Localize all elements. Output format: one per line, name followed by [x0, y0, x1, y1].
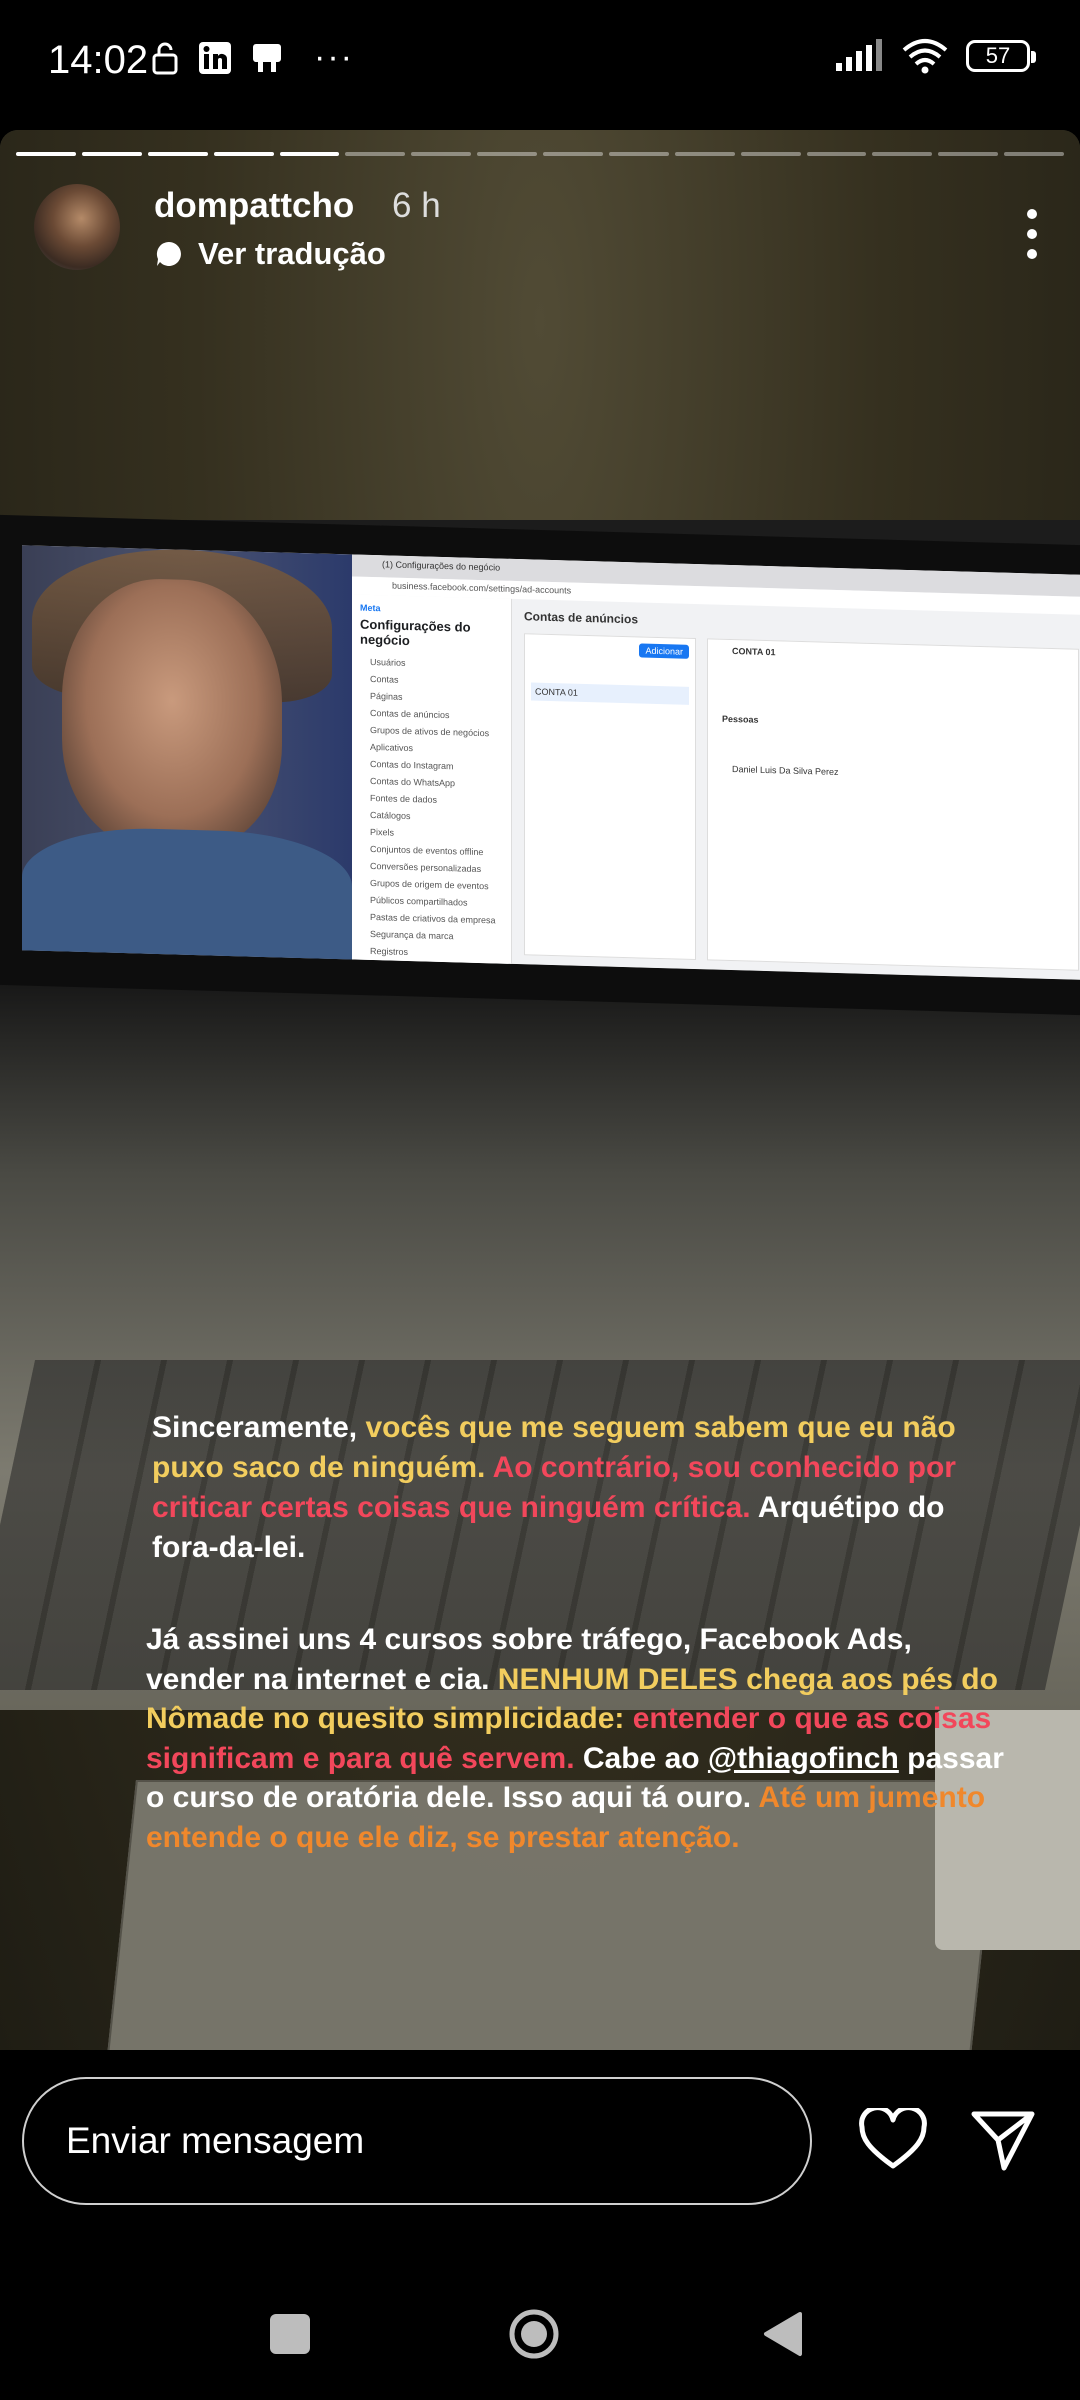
signal-icon: [836, 39, 882, 71]
fb-brand: Meta: [360, 602, 381, 614]
progress-segment: [608, 152, 669, 156]
fb-list-item: CONTA 01: [531, 682, 689, 705]
fb-sidebar-item: Contas do Instagram: [370, 758, 454, 772]
home-icon[interactable]: [508, 2308, 560, 2360]
status-time: 14:02: [48, 38, 149, 82]
mention-link[interactable]: @thiagofinch: [708, 1742, 899, 1775]
fb-account-list: Adicionar CONTA 01: [524, 633, 696, 961]
story-viewer[interactable]: (1) Configurações do negócio business.fa…: [0, 130, 1080, 2050]
fb-sidebar-item: Páginas: [370, 690, 403, 702]
fb-main: Contas de anúncios Adicionar CONTA 01 CO…: [512, 599, 1080, 980]
fb-sidebar-item: Contas de anúncios: [370, 707, 450, 721]
fb-sidebar-item: Contas do WhatsApp: [370, 775, 456, 789]
translate-label: Ver tradução: [198, 236, 386, 271]
status-bar: 14:02 ··· 57: [0, 0, 1080, 120]
progress-segment: [16, 152, 76, 156]
fb-sidebar-item: Conjuntos de eventos offline: [370, 843, 484, 858]
video-face: [62, 576, 282, 853]
fb-sidebar-item: Grupos de ativos de negócios: [370, 724, 490, 739]
progress-segment: [674, 152, 735, 156]
system-nav-bar: [0, 2270, 1080, 2400]
story-progress: [16, 152, 1064, 156]
reply-bar: Enviar mensagem: [0, 2050, 1080, 2270]
fb-sidebar: Meta Configurações do negócio Usuários Co…: [352, 594, 512, 964]
fb-main-title: Contas de anúncios: [524, 609, 639, 627]
fb-sidebar-item: Contas: [370, 673, 399, 685]
translate-button[interactable]: Ver tradução: [154, 236, 386, 272]
story-header: dompattcho 6 h Ver tradução: [34, 184, 1044, 280]
fb-sidebar-item: Catálogos: [370, 809, 411, 822]
linkedin-icon: [199, 41, 231, 74]
fb-people-title: Pessoas: [722, 713, 759, 725]
send-icon[interactable]: [970, 2106, 1036, 2172]
fb-sidebar-item: Segurança da marca: [370, 928, 454, 942]
translate-icon: [156, 241, 181, 266]
fb-sidebar-item: Pixels: [370, 826, 395, 838]
fb-sidebar-item: Aplicativos: [370, 741, 414, 754]
post-time: 6 h: [392, 186, 441, 225]
fb-sidebar-item: Públicos compartilhados: [370, 894, 468, 908]
fb-detail-panel: CONTA 01 Pessoas Daniel Luis Da Silva Pe…: [707, 638, 1079, 971]
progress-segment: [740, 152, 801, 156]
progress-segment: [543, 152, 603, 156]
more-options-icon[interactable]: [1020, 204, 1044, 264]
fb-sidebar-item: Pastas de criativos da empresa: [370, 911, 496, 926]
fb-panel-title: CONTA 01: [732, 646, 776, 658]
fb-add-button: Adicionar: [639, 643, 689, 659]
progress-segment: [213, 152, 274, 156]
fb-sidebar-item: Conversões personalizadas: [370, 860, 482, 875]
message-input[interactable]: Enviar mensagem: [22, 2077, 812, 2205]
wifi-icon: [902, 39, 948, 74]
caption-segment: Cabe ao: [582, 1741, 708, 1775]
more-dots-icon: ···: [314, 38, 354, 76]
fb-sidebar-items: Usuários Contas Páginas Contas de anúncios G…: [360, 657, 503, 960]
recent-apps-icon[interactable]: [270, 2314, 310, 2354]
battery-icon: 57: [966, 40, 1036, 72]
progress-segment: [477, 152, 537, 156]
back-icon[interactable]: [760, 2310, 804, 2358]
username[interactable]: dompattcho: [154, 186, 354, 226]
video-shirt: [22, 825, 352, 965]
laptop-screen: (1) Configurações do negócio business.fa…: [22, 545, 1080, 980]
progress-segment: [938, 152, 999, 156]
message-placeholder: Enviar mensagem: [66, 2120, 365, 2161]
fb-sidebar-item: Registros: [370, 945, 409, 958]
progress-segment: [345, 152, 406, 156]
status-icons-right: 57: [834, 38, 1036, 74]
avatar[interactable]: [34, 184, 120, 270]
status-icons-left: ···: [150, 38, 354, 77]
fb-sidebar-item: Grupos de origem de eventos: [370, 877, 489, 892]
caption-segment: Sinceramente,: [152, 1411, 366, 1444]
lock-icon: [152, 42, 178, 74]
progress-segment: [147, 152, 208, 156]
notification-icon: [253, 43, 281, 72]
story-caption-paragraph-1: Sinceramente, vocês que me seguem sabem …: [152, 1408, 972, 1568]
progress-segment: [806, 152, 867, 156]
fb-sidebar-item: Fontes de dados: [370, 792, 438, 805]
fb-sidebar-item: Usuários: [370, 656, 406, 668]
browser-window: (1) Configurações do negócio business.fa…: [352, 554, 1080, 980]
progress-segment: [279, 152, 340, 156]
progress-segment: [1004, 152, 1064, 156]
heart-icon[interactable]: [858, 2108, 928, 2172]
fb-person: Daniel Luis Da Silva Perez: [732, 764, 839, 778]
video-panel: [22, 545, 352, 965]
progress-segment: [872, 152, 933, 156]
story-caption-paragraph-2: Já assinei uns 4 cursos sobre tráfego, F…: [146, 1620, 1016, 1857]
fb-sidebar-title: Configurações do negócio: [360, 616, 471, 649]
progress-segment: [81, 152, 142, 156]
progress-segment: [411, 152, 472, 156]
